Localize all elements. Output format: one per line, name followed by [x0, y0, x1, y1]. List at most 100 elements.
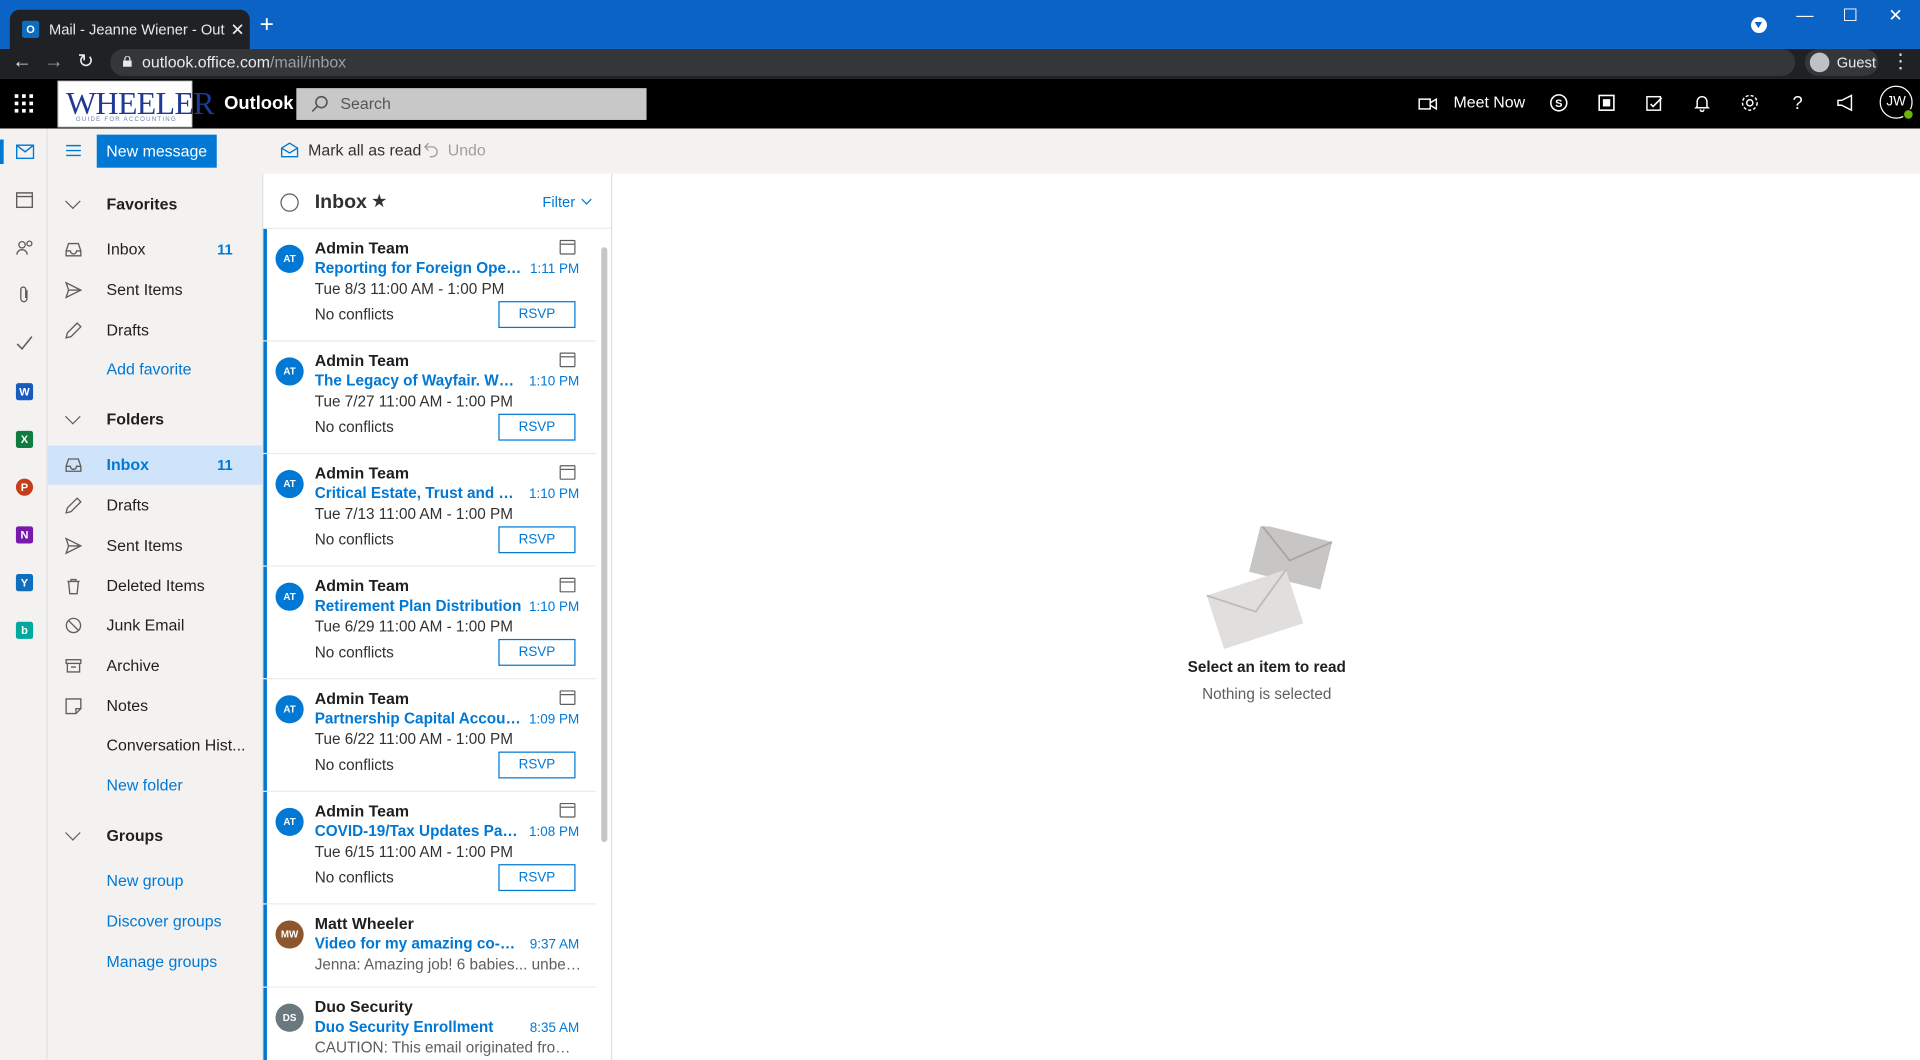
message-item[interactable]: AT Admin Team The Legacy of Wayfair. Whe… [263, 341, 597, 455]
my-day-icon[interactable] [1643, 93, 1665, 115]
chevron-down-icon [581, 194, 592, 205]
received-time: 8:35 AM [529, 1020, 580, 1036]
search-input[interactable]: Search [296, 88, 647, 120]
message-item[interactable]: DS Duo Security Duo Security Enrollment … [263, 987, 597, 1060]
message-item[interactable]: AT Admin Team Reporting for Foreign Oper… [263, 228, 597, 342]
star-icon[interactable]: ★ [371, 190, 387, 212]
meeting-time: Tue 7/13 11:00 AM - 1:00 PM [314, 505, 513, 523]
undo-icon [423, 142, 438, 158]
window-close-icon[interactable]: ✕ [1873, 5, 1917, 26]
folder-archive[interactable]: Archive [48, 646, 262, 685]
subject: Reporting for Foreign Operati... [314, 259, 523, 277]
browser-tab[interactable]: O Mail - Jeanne Wiener - Outlook ✕ [9, 9, 250, 49]
user-avatar[interactable]: JW [1879, 85, 1914, 120]
back-icon[interactable]: ← [7, 49, 36, 78]
rsvp-button[interactable]: RSVP [498, 526, 576, 554]
sender-name: Admin Team [314, 351, 410, 370]
tab-search-icon[interactable] [1751, 17, 1767, 34]
favorite-sent-items[interactable]: Sent Items [48, 271, 262, 310]
favorites-header[interactable]: Favorites [48, 185, 262, 224]
favorite-inbox[interactable]: Inbox 11 [48, 230, 262, 269]
select-all-checkbox[interactable] [280, 193, 299, 212]
calendar-icon[interactable] [11, 186, 38, 213]
message-item[interactable]: AT Admin Team Critical Estate, Trust and… [263, 454, 597, 567]
meeting-time: Tue 7/27 11:00 AM - 1:00 PM [314, 392, 513, 411]
reading-pane: Select an item to read Nothing is select… [613, 173, 1920, 1060]
feedback-icon[interactable] [1834, 93, 1856, 115]
meet-now-button[interactable]: Meet Now [1453, 93, 1525, 111]
help-icon[interactable]: ? [1787, 93, 1809, 115]
new-group-link[interactable]: New group [48, 862, 262, 901]
favorite-drafts[interactable]: Drafts [48, 311, 262, 350]
folder-junk-email[interactable]: Junk Email [48, 606, 262, 645]
people-icon[interactable] [11, 234, 38, 261]
office-icon[interactable] [1596, 93, 1618, 115]
folder-sent-items[interactable]: Sent Items [48, 526, 262, 565]
tab-close-icon[interactable]: ✕ [225, 19, 249, 40]
folder-notes[interactable]: Notes [48, 687, 262, 726]
gear-icon[interactable] [1739, 93, 1761, 115]
folder-conversation-history[interactable]: Conversation Hist... [48, 726, 262, 765]
calendar-icon [559, 465, 576, 480]
todo-icon[interactable] [11, 329, 38, 356]
browser-menu-icon[interactable]: ⋮ [1891, 49, 1911, 76]
app-launcher-icon[interactable] [14, 94, 34, 113]
sender-name: Admin Team [314, 463, 410, 483]
powerpoint-icon[interactable]: P [11, 474, 38, 501]
rsvp-button[interactable]: RSVP [498, 413, 576, 441]
excel-icon[interactable]: X [11, 426, 38, 453]
profile-button[interactable]: Guest [1804, 48, 1879, 76]
sender-name: Admin Team [314, 801, 410, 821]
subject: Duo Security Enrollment [314, 1018, 494, 1036]
filter-button[interactable]: Filter [542, 193, 592, 211]
groups-header[interactable]: Groups [48, 816, 262, 855]
folder-deleted-items[interactable]: Deleted Items [48, 567, 262, 606]
rsvp-button[interactable]: RSVP [498, 638, 576, 666]
folder-inbox[interactable]: Inbox 11 [47, 445, 263, 485]
message-item[interactable]: AT Admin Team Partnership Capital Accoun… [263, 679, 597, 792]
bookings-icon[interactable]: b [11, 617, 38, 644]
onenote-icon[interactable]: N [11, 521, 38, 548]
new-message-button[interactable]: New message [96, 134, 217, 168]
add-favorite-link[interactable]: Add favorite [48, 350, 262, 389]
company-logo[interactable]: WHEELER GUIDE FOR ACCOUNTING [57, 80, 215, 128]
video-icon[interactable] [1417, 93, 1439, 115]
app-name[interactable]: Outlook [224, 93, 293, 114]
reload-icon[interactable]: ↻ [71, 49, 100, 78]
message-item[interactable]: AT Admin Team COVID-19/Tax Updates Part … [263, 791, 597, 905]
undo-button[interactable]: Undo [423, 141, 486, 159]
new-folder-link[interactable]: New folder [48, 766, 262, 805]
skype-icon[interactable]: S [1548, 93, 1570, 115]
minimize-icon[interactable]: — [1783, 5, 1827, 25]
groups-title: Groups [106, 826, 164, 845]
maximize-icon[interactable]: ☐ [1828, 5, 1872, 26]
paperclip-icon[interactable] [11, 282, 38, 309]
archive-icon [65, 659, 82, 673]
user-initials: JW [1886, 94, 1906, 109]
mark-all-read-button[interactable]: Mark all as read [280, 141, 421, 159]
folder-drafts[interactable]: Drafts [48, 486, 262, 525]
mail-icon[interactable] [11, 138, 38, 165]
yammer-icon[interactable]: Y [11, 569, 38, 596]
folder-label: Sent Items [106, 280, 183, 299]
forward-icon[interactable]: → [39, 49, 68, 78]
address-bar[interactable]: outlook.office.com/mail/inbox [110, 48, 1796, 76]
note-icon [65, 698, 82, 715]
hamburger-icon[interactable] [65, 143, 82, 158]
new-tab-icon[interactable]: + [260, 12, 274, 36]
manage-groups-link[interactable]: Manage groups [48, 942, 262, 981]
message-item[interactable]: AT Admin Team Retirement Plan Distributi… [263, 566, 597, 680]
rsvp-button[interactable]: RSVP [498, 864, 576, 892]
received-time: 1:09 PM [529, 712, 580, 728]
word-icon[interactable]: W [11, 378, 38, 405]
folders-header[interactable]: Folders [48, 400, 262, 439]
message-item[interactable]: MW Matt Wheeler Video for my amazing co-… [263, 904, 597, 988]
avatar: AT [275, 357, 304, 386]
rsvp-button[interactable]: RSVP [498, 751, 576, 779]
rsvp-button[interactable]: RSVP [498, 301, 576, 329]
discover-groups-link[interactable]: Discover groups [48, 902, 262, 941]
scrollbar[interactable] [601, 247, 608, 843]
outlook-favicon-icon: O [22, 20, 40, 38]
folder-label: Sent Items [106, 536, 183, 555]
bell-icon[interactable] [1691, 93, 1713, 115]
